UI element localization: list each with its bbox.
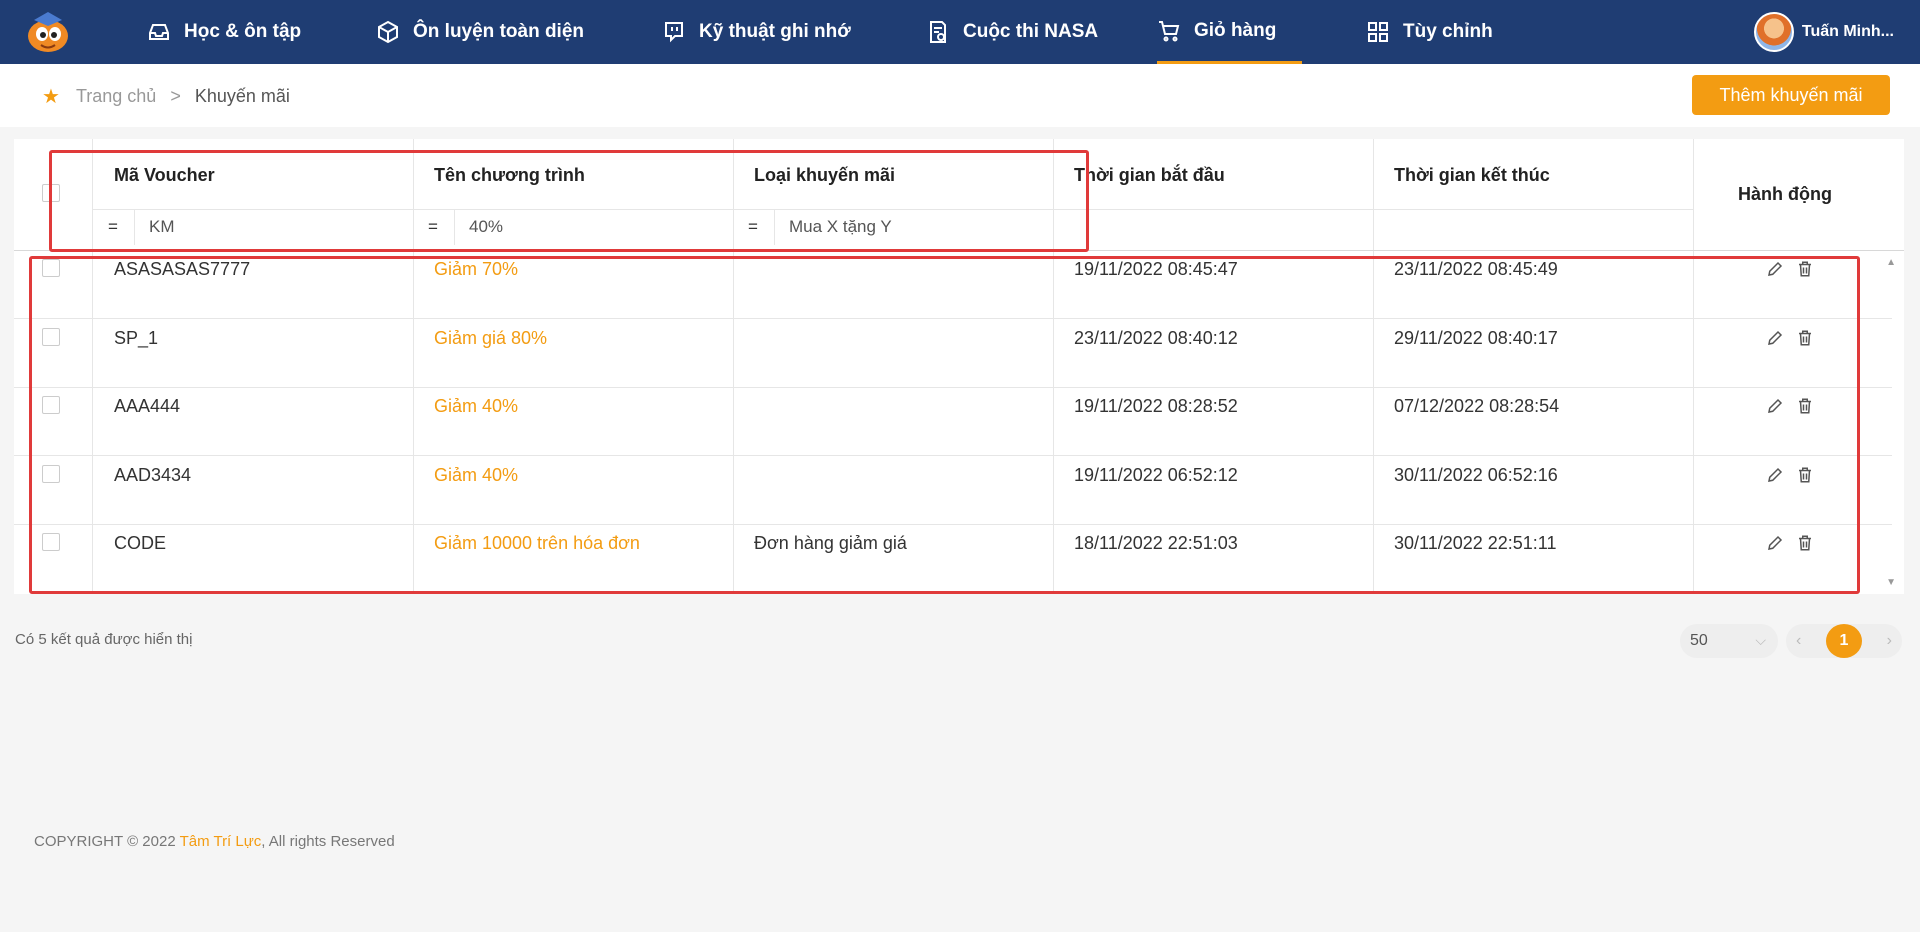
- trash-icon[interactable]: [1796, 397, 1814, 415]
- filter-operator[interactable]: =: [748, 217, 758, 237]
- cell-end-time: 30/11/2022 06:52:16: [1394, 465, 1558, 485]
- trash-icon[interactable]: [1796, 260, 1814, 278]
- trash-icon[interactable]: [1796, 534, 1814, 552]
- nav-item-memory[interactable]: Kỹ thuật ghi nhớ: [662, 0, 851, 64]
- voucher-filter-input[interactable]: [134, 209, 413, 245]
- add-promotion-button[interactable]: Thêm khuyến mãi: [1692, 75, 1890, 115]
- nav-item-practice[interactable]: Ôn luyện toàn diện: [376, 0, 584, 64]
- cell-start-time: 19/11/2022 08:45:47: [1074, 259, 1238, 279]
- cell-start-time: 18/11/2022 22:51:03: [1074, 533, 1238, 553]
- column-header-voucher[interactable]: Mã Voucher: [114, 165, 215, 186]
- nav-label: Tùy chỉnh: [1403, 21, 1493, 42]
- nav-label: Ôn luyện toàn diện: [413, 21, 585, 42]
- chat-icon: [665, 22, 683, 43]
- cell-program-link[interactable]: Giảm 40%: [434, 396, 518, 417]
- top-nav: Học & ôn tập Ôn luyện toàn diện Kỹ thuật…: [0, 0, 1920, 64]
- edit-icon[interactable]: [1766, 397, 1784, 415]
- column-header-program[interactable]: Tên chương trình: [434, 165, 585, 186]
- pagination: ‹ 1 ›: [1786, 624, 1902, 658]
- scroll-down-arrow[interactable]: ▼: [1886, 577, 1896, 588]
- trash-icon[interactable]: [1796, 329, 1814, 347]
- breadcrumb-bar: ★ Trang chủ > Khuyến mãi Thêm khuyến mãi: [0, 64, 1920, 127]
- edit-icon[interactable]: [1766, 329, 1784, 347]
- brand-logo[interactable]: [24, 10, 72, 54]
- cell-end-time: 30/11/2022 22:51:11: [1394, 533, 1557, 553]
- nav-label: Cuộc thi NASA: [963, 21, 1099, 42]
- type-filter-input[interactable]: [774, 209, 1053, 245]
- breadcrumb-home[interactable]: Trang chủ: [76, 86, 156, 107]
- copyright-suffix: , All rights Reserved: [261, 833, 395, 850]
- box-icon: [378, 20, 398, 44]
- result-count: Có 5 kết quả được hiển thị: [15, 631, 193, 648]
- scroll-up-arrow[interactable]: ▲: [1886, 257, 1896, 268]
- copyright-brand-link[interactable]: Tâm Trí Lực: [180, 833, 262, 850]
- program-filter-input[interactable]: [454, 209, 733, 245]
- user-menu[interactable]: Tuấn Minh...: [1753, 12, 1894, 52]
- cell-program-link[interactable]: Giảm 70%: [434, 259, 518, 280]
- inbox-icon: [149, 24, 169, 40]
- cell-program-link[interactable]: Giảm 40%: [434, 465, 518, 486]
- breadcrumb-separator: >: [170, 86, 181, 106]
- copyright: COPYRIGHT © 2022 Tâm Trí Lực, All rights…: [34, 833, 395, 850]
- column-header-actions: Hành động: [1738, 184, 1832, 204]
- cell-voucher: ASASASAS7777: [114, 259, 251, 279]
- cart-icon: [1159, 20, 1180, 41]
- cell-start-time: 19/11/2022 08:28:52: [1074, 396, 1238, 416]
- column-header-end[interactable]: Thời gian kết thúc: [1394, 165, 1550, 186]
- breadcrumb-current: Khuyến mãi: [194, 86, 290, 106]
- cell-start-time: 19/11/2022 06:52:12: [1074, 465, 1238, 485]
- edit-icon[interactable]: [1766, 466, 1784, 484]
- cell-program-link[interactable]: Giảm 10000 trên hóa đơn: [434, 533, 640, 554]
- nav-label: Học & ôn tập: [184, 21, 302, 42]
- nav-item-settings[interactable]: Tùy chỉnh: [1366, 0, 1493, 64]
- cell-program-link[interactable]: Giảm giá 80%: [434, 328, 547, 349]
- nav-label: Kỹ thuật ghi nhớ: [699, 21, 851, 42]
- row-checkbox[interactable]: [42, 465, 60, 483]
- page-number-current[interactable]: 1: [1826, 624, 1862, 658]
- prev-page-icon[interactable]: ‹: [1796, 632, 1801, 650]
- avatar: [1753, 12, 1794, 52]
- nav-item-nasa[interactable]: Cuộc thi NASA: [926, 0, 1098, 64]
- select-all-checkbox[interactable]: [42, 184, 60, 202]
- promotion-table: Mã Voucher Tên chương trình Loại khuyến …: [14, 139, 1904, 594]
- cell-end-time: 29/11/2022 08:40:17: [1394, 328, 1558, 348]
- next-page-icon[interactable]: ›: [1887, 632, 1892, 650]
- breadcrumb: ★ Trang chủ > Khuyến mãi: [42, 84, 290, 109]
- cell-start-time: 23/11/2022 08:40:12: [1074, 328, 1238, 348]
- row-checkbox[interactable]: [42, 328, 60, 346]
- page-size-select[interactable]: 50 ⌵: [1680, 624, 1778, 658]
- nav-label: Giỏ hàng: [1194, 19, 1277, 41]
- chevron-down-icon: ⌵: [1755, 632, 1766, 648]
- cell-end-time: 23/11/2022 08:45:49: [1394, 259, 1558, 279]
- column-header-type[interactable]: Loại khuyến mãi: [754, 165, 895, 186]
- contest-icon: [930, 21, 946, 43]
- copyright-prefix: COPYRIGHT © 2022: [34, 833, 180, 850]
- cell-voucher: AAA444: [114, 396, 181, 416]
- cell-voucher: AAD3434: [114, 465, 192, 485]
- filter-operator[interactable]: =: [108, 217, 118, 237]
- filter-operator[interactable]: =: [428, 217, 438, 237]
- cell-voucher: SP_1: [114, 328, 159, 348]
- nav-item-cart[interactable]: Giỏ hàng: [1157, 0, 1302, 64]
- edit-icon[interactable]: [1766, 260, 1784, 278]
- star-icon: ★: [42, 86, 60, 108]
- grid-icon: [1368, 22, 1388, 42]
- cell-type: Đơn hàng giảm giá: [754, 533, 907, 553]
- page-size-value: 50: [1690, 632, 1708, 649]
- column-header-start[interactable]: Thời gian bắt đầu: [1074, 165, 1225, 186]
- nav-item-study[interactable]: Học & ôn tập: [147, 0, 301, 64]
- edit-icon[interactable]: [1766, 534, 1784, 552]
- trash-icon[interactable]: [1796, 466, 1814, 484]
- cell-voucher: CODE: [114, 533, 167, 553]
- row-checkbox[interactable]: [42, 259, 60, 277]
- row-checkbox[interactable]: [42, 533, 60, 551]
- user-name: Tuấn Minh...: [1801, 23, 1894, 40]
- cell-end-time: 07/12/2022 08:28:54: [1394, 396, 1560, 416]
- row-checkbox[interactable]: [42, 396, 60, 414]
